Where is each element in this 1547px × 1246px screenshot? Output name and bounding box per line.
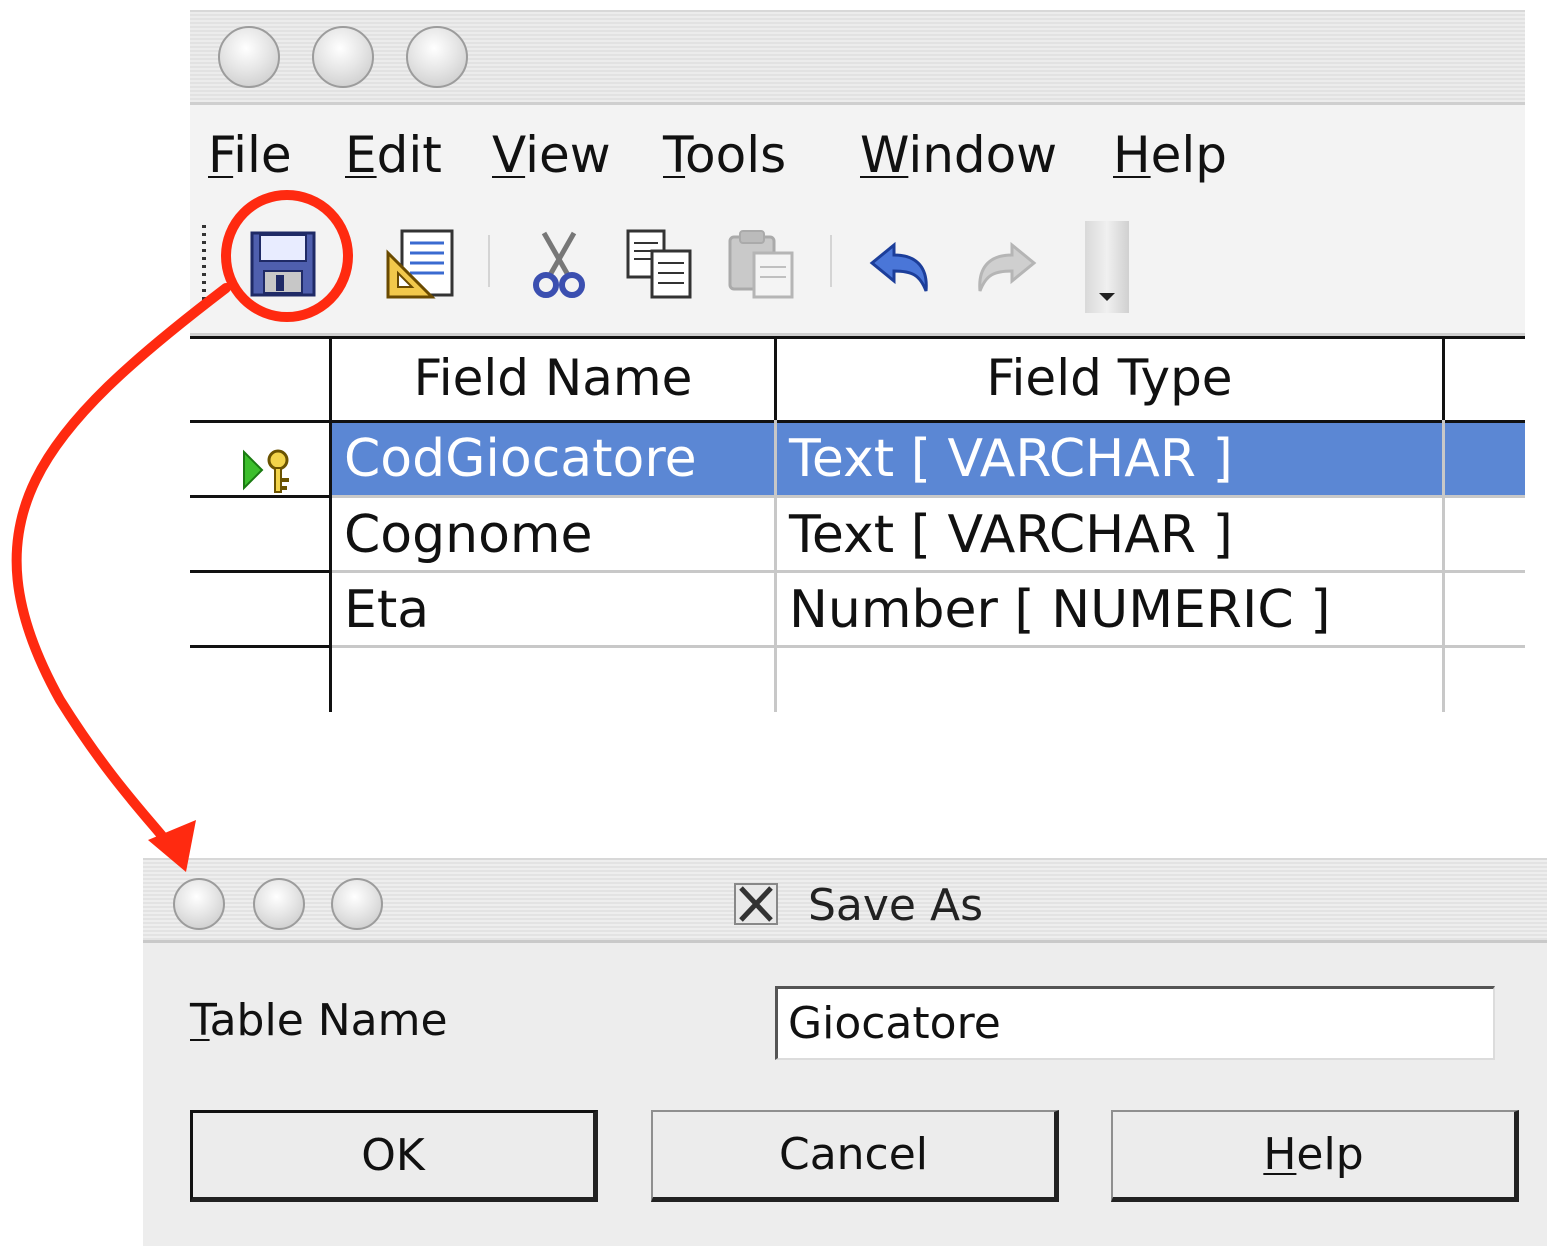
grid-line: [190, 645, 332, 648]
menu-view-mnemonic: V: [492, 126, 526, 184]
save-as-dialog: Save As Table Name OK Cancel Help: [143, 858, 1547, 1246]
chevron-down-icon: [1099, 293, 1115, 301]
menu-help[interactable]: Help: [1113, 125, 1227, 185]
minimize-dialog-button[interactable]: [253, 878, 305, 930]
cell-field-type[interactable]: Number [ NUMERIC ]: [777, 573, 1331, 647]
menu-window[interactable]: Window: [860, 125, 1057, 185]
table-name-input[interactable]: [775, 986, 1495, 1060]
help-button[interactable]: Help: [1111, 1110, 1519, 1202]
menu-help-mnemonic: H: [1113, 126, 1151, 184]
x11-app-icon: [734, 883, 778, 925]
menu-file-mnemonic: F: [208, 126, 234, 184]
table-name-label: Table Name: [190, 993, 448, 1049]
column-header-field-name[interactable]: Field Name: [332, 336, 774, 420]
toolbar-separator: [830, 235, 832, 287]
menu-bar: File Edit View Tools Window Help: [190, 105, 1525, 205]
menu-edit-mnemonic: E: [345, 126, 377, 184]
grid-line: [774, 420, 777, 712]
save-icon: [250, 231, 316, 297]
menu-view-label: iew: [525, 126, 611, 184]
grid-line: [774, 336, 777, 420]
menu-tools-label: ools: [685, 126, 787, 184]
edit-mode-button[interactable]: [384, 227, 458, 301]
help-button-label: elp: [1296, 1129, 1364, 1180]
zoom-dialog-button[interactable]: [331, 878, 383, 930]
grid-line: [332, 495, 1525, 498]
copy-icon: [626, 229, 692, 299]
cell-field-name[interactable]: Eta: [332, 573, 429, 647]
grid-line: [190, 495, 332, 498]
grid-line: [1442, 420, 1445, 712]
grid-line: [190, 336, 1525, 339]
menu-view[interactable]: View: [492, 125, 611, 185]
menu-edit[interactable]: Edit: [345, 125, 442, 185]
save-button[interactable]: [246, 227, 320, 301]
menu-window-label: indow: [908, 126, 1058, 184]
grid-line: [190, 420, 1525, 423]
table-name-mnemonic: T: [190, 995, 210, 1046]
copy-button[interactable]: [622, 227, 696, 301]
row-header-selected[interactable]: [240, 446, 300, 496]
table-name-label-text: able Name: [209, 995, 448, 1046]
cell-field-name[interactable]: Cognome: [332, 498, 593, 572]
menu-file[interactable]: File: [208, 125, 292, 185]
toolbar-overflow-button[interactable]: [1085, 221, 1129, 313]
cut-button[interactable]: [522, 227, 596, 301]
zoom-window-button[interactable]: [406, 26, 468, 88]
ok-button[interactable]: OK: [190, 1110, 598, 1202]
cell-field-name[interactable]: CodGiocatore: [332, 422, 697, 496]
table-design-window: File Edit View Tools Window Help Field N…: [190, 10, 1525, 712]
paste-icon: [728, 230, 794, 299]
cell-field-type[interactable]: Text [ VARCHAR ]: [777, 422, 1233, 496]
window-titlebar[interactable]: [190, 10, 1525, 105]
menu-tools[interactable]: Tools: [663, 125, 786, 185]
menu-tools-mnemonic: T: [663, 126, 686, 184]
help-button-mnemonic: H: [1263, 1129, 1297, 1180]
undo-icon: [869, 241, 928, 292]
menu-window-mnemonic: W: [860, 126, 909, 184]
menu-edit-label: dit: [376, 126, 442, 184]
toolbar: [190, 205, 1525, 336]
primary-key-icon: [243, 449, 289, 493]
redo-icon: [978, 241, 1037, 292]
minimize-window-button[interactable]: [312, 26, 374, 88]
grid-line: [190, 570, 332, 573]
close-window-button[interactable]: [218, 26, 280, 88]
column-header-field-type[interactable]: Field Type: [777, 336, 1442, 420]
field-definition-table: Field Name Field Type CodGiocatore Text …: [190, 336, 1525, 712]
toolbar-separator: [488, 235, 490, 287]
grid-line: [329, 336, 332, 712]
close-dialog-button[interactable]: [173, 878, 225, 930]
redo-button[interactable]: [966, 227, 1040, 301]
cancel-button[interactable]: Cancel: [651, 1110, 1059, 1202]
menu-help-label: elp: [1150, 126, 1228, 184]
grid-line: [332, 570, 1525, 573]
paste-button[interactable]: [724, 227, 798, 301]
undo-button[interactable]: [866, 227, 940, 301]
edit-document-icon: [386, 229, 454, 299]
dialog-title: Save As: [808, 880, 984, 931]
grid-line: [1442, 336, 1445, 420]
cut-icon: [533, 231, 585, 298]
dialog-titlebar[interactable]: Save As: [143, 858, 1547, 943]
grid-line: [332, 645, 1525, 648]
menu-file-label: ile: [233, 126, 292, 184]
toolbar-grip[interactable]: [202, 225, 206, 305]
cell-field-type[interactable]: Text [ VARCHAR ]: [777, 498, 1233, 572]
